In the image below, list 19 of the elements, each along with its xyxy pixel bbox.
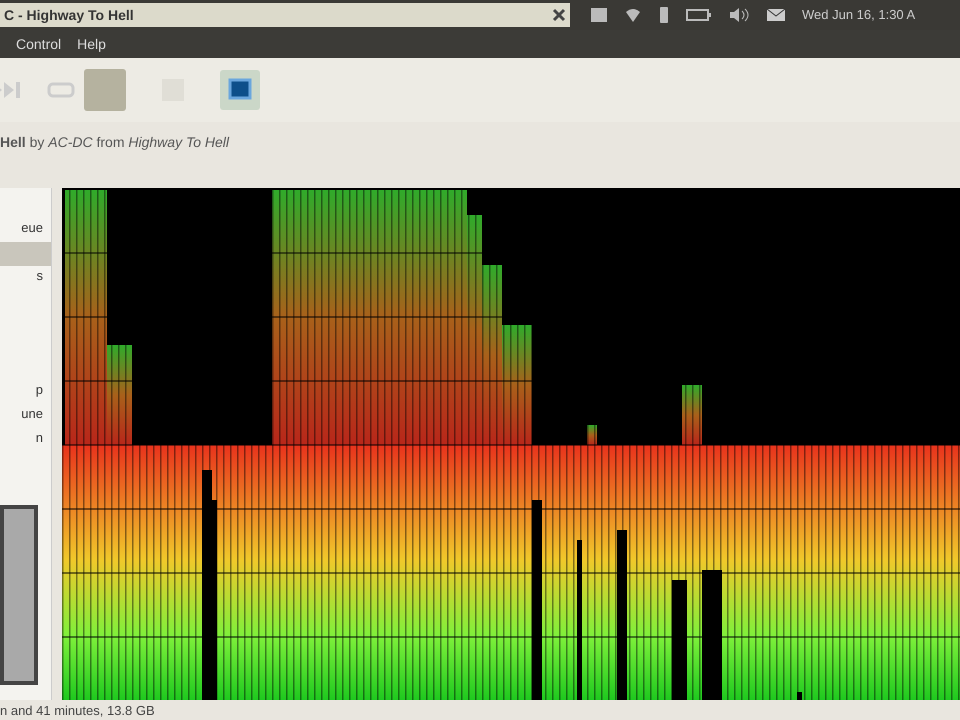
menu-item[interactable]: Control: [16, 34, 62, 54]
status-text: n and 41 minutes, 13.8 GB: [0, 702, 155, 720]
sidebar-item[interactable]: s: [0, 266, 51, 290]
clear-icon[interactable]: [552, 8, 566, 22]
visualizer-icon[interactable]: [220, 70, 260, 110]
sidebar-item[interactable]: eue: [0, 218, 51, 242]
grid-icon[interactable]: [590, 7, 608, 23]
sidebar-item[interactable]: une: [0, 404, 51, 428]
window-title: C - Highway To Hell: [0, 3, 570, 27]
envelope-icon[interactable]: [766, 8, 786, 22]
wifi-icon[interactable]: [624, 7, 642, 23]
speaker-icon[interactable]: [728, 7, 750, 23]
battery-icon[interactable]: [686, 8, 712, 22]
sidebar-item[interactable]: n: [0, 428, 51, 452]
menu-item[interactable]: Help: [77, 34, 106, 54]
clock[interactable]: Wed Jun 16, 1:30 A: [802, 5, 916, 25]
phone-icon[interactable]: [658, 6, 670, 24]
sidebar-item[interactable]: p: [0, 380, 51, 404]
now-playing: Hell by AC-DC from Highway To Hell: [0, 132, 230, 152]
